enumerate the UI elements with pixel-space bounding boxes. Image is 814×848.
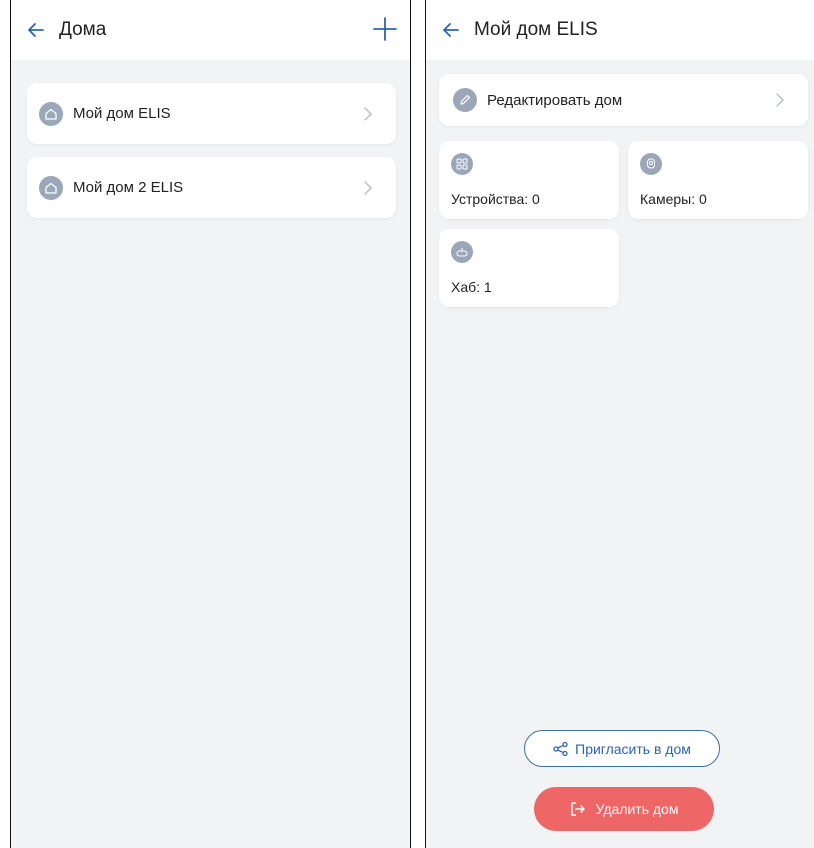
home-icon [39, 101, 63, 126]
homes-list-screen: Дома Мой дом ELIS Мой дом 2 ELIS [10, 0, 411, 848]
home-name: Мой дом ELIS [73, 105, 171, 122]
camera-icon [640, 153, 662, 175]
pencil-icon [453, 88, 477, 112]
edit-home-label: Редактировать дом [487, 91, 623, 109]
home-details-screen: Мой дом ELIS Редактировать дом Устройств… [425, 0, 814, 848]
add-home-button[interactable] [372, 16, 398, 42]
home-item[interactable]: Мой дом 2 ELIS [27, 157, 396, 218]
home-item[interactable]: Мой дом ELIS [27, 83, 396, 144]
header: Дома [11, 0, 410, 60]
hub-count: Хаб: 1 [451, 279, 492, 295]
page-title: Мой дом ELIS [474, 19, 598, 40]
share-icon [553, 741, 568, 756]
devices-count: Устройства: 0 [451, 191, 540, 207]
hub-icon [451, 241, 473, 263]
cameras-count: Камеры: 0 [640, 191, 707, 207]
chevron-right-icon [364, 180, 372, 195]
header: Мой дом ELIS [426, 0, 814, 60]
arrow-left-icon [443, 23, 459, 37]
hub-tile[interactable]: Хаб: 1 [439, 229, 619, 307]
invite-button[interactable]: Пригласить в дом [524, 730, 720, 767]
cameras-tile[interactable]: Камеры: 0 [628, 141, 808, 219]
logout-icon [570, 802, 585, 816]
invite-label: Пригласить в дом [575, 740, 691, 757]
edit-home-button[interactable]: Редактировать дом [439, 74, 808, 126]
delete-label: Удалить дом [595, 801, 679, 817]
back-button[interactable] [440, 19, 462, 41]
page-title: Дома [59, 19, 107, 40]
home-icon [39, 175, 63, 200]
arrow-left-icon [28, 23, 44, 37]
devices-tile[interactable]: Устройства: 0 [439, 141, 619, 219]
plus-icon [373, 17, 397, 41]
delete-home-button[interactable]: Удалить дом [534, 787, 714, 831]
devices-grid-icon [451, 153, 473, 175]
chevron-right-icon [776, 93, 784, 107]
back-button[interactable] [25, 19, 47, 41]
chevron-right-icon [364, 106, 372, 121]
home-name: Мой дом 2 ELIS [73, 179, 184, 196]
